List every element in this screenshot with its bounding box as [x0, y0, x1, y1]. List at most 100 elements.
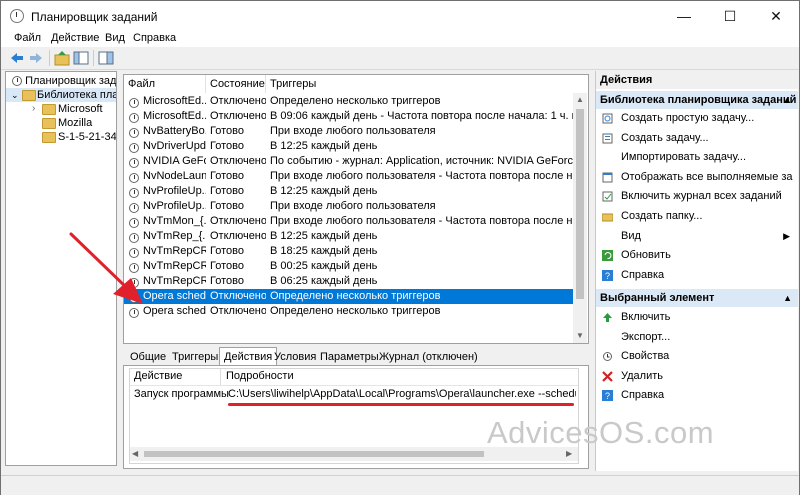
column-header-triggers[interactable]: Триггеры — [266, 75, 588, 93]
task-list-scrollbar[interactable]: ▲ ▼ — [573, 93, 587, 343]
actions-pane: Действия Библиотека планировщика заданий… — [595, 71, 798, 471]
menu-bar: Файл Действие Вид Справка — [1, 31, 799, 47]
task-row[interactable]: NvTmRepCR... Готово В 18:25 каждый день — [124, 244, 582, 259]
action-item[interactable]: Импортировать задачу... — [596, 148, 798, 167]
action-item[interactable]: Создать простую задачу... — [596, 109, 798, 128]
window-title: Планировщик заданий — [31, 10, 158, 24]
task-name-cell: NvTmRepCR... — [143, 260, 206, 272]
task-trigger-cell: Определено несколько триггеров — [270, 290, 441, 302]
tab-0[interactable]: Общие — [125, 347, 171, 365]
task-row[interactable]: NvProfileUp... Готово В 12:25 каждый день — [124, 184, 582, 199]
task-row[interactable]: MicrosoftEd... Отключено Определено нескол… — [124, 94, 582, 109]
column-header-state[interactable]: Состояние — [206, 75, 266, 93]
tree-item-library[interactable]: ⌄ Библиотека план — [6, 88, 116, 102]
scrollbar-thumb[interactable] — [576, 109, 584, 299]
action-item[interactable]: Создать задачу... — [596, 129, 798, 148]
action-detail-cell[interactable]: C:\Users\liwihelp\AppData\Local\Programs… — [228, 388, 576, 400]
scroll-up-icon[interactable]: ▲ — [576, 95, 584, 104]
forward-arrow-icon[interactable] — [28, 50, 44, 66]
selected-action-item[interactable]: Экспорт... — [596, 328, 798, 347]
task-icon — [129, 173, 139, 184]
action-item-label: Включить журнал всех заданий — [621, 190, 782, 203]
scroll-left-icon[interactable]: ◀ — [132, 449, 138, 458]
collapse-up-icon[interactable]: ▲ — [783, 289, 792, 307]
up-folder-icon[interactable] — [54, 50, 70, 66]
column-header-name[interactable]: Файл — [124, 75, 206, 93]
task-row[interactable]: NvTmRepCR... Готово В 00:25 каждый день — [124, 259, 582, 274]
action-item[interactable]: Создать папку... — [596, 207, 798, 226]
task-row[interactable]: MicrosoftEd... Отключено В 09:06 каждый де… — [124, 109, 582, 124]
task-icon — [129, 203, 139, 214]
task-state-cell: Готово — [210, 260, 244, 272]
action-item-label: Справка — [621, 268, 665, 281]
tree-item-sid-folder[interactable]: S-1-5-21-3441 — [6, 130, 117, 144]
action-item[interactable]: Обновить — [596, 246, 798, 265]
selected-action-item[interactable]: ? Справка — [596, 386, 798, 405]
tab-1[interactable]: Триггеры — [167, 347, 223, 365]
task-row[interactable]: NvDriverUpd... Готово В 12:25 каждый день — [124, 139, 582, 154]
menu-help[interactable]: Справка — [133, 32, 176, 44]
minimize-button[interactable]: — — [661, 1, 707, 31]
task-row[interactable]: Opera sched... Отключено Определено нескол… — [124, 304, 582, 319]
red-underline-annotation — [228, 403, 574, 406]
task-scheduler-icon — [12, 76, 22, 87]
column-header-details[interactable]: Подробности — [226, 370, 294, 382]
task-trigger-cell: В 09:06 каждый день - Частота повтора по… — [270, 110, 576, 122]
task-row[interactable]: Opera sched... Отключено Определено нескол… — [124, 289, 582, 304]
task-row[interactable]: NvNodeLaun... Готово При входе любого поль… — [124, 169, 582, 184]
section-selected-label: Выбранный элемент — [600, 292, 715, 304]
action-type-cell[interactable]: Запуск программы — [134, 388, 229, 400]
tree-folder-label: S-1-5-21-3441 — [58, 131, 117, 143]
selected-action-item[interactable]: Свойства — [596, 347, 798, 366]
collapse-up-icon[interactable]: ▲ — [783, 91, 792, 109]
task-row[interactable]: NvProfileUp... Готово При входе любого пол… — [124, 199, 582, 214]
action-item-label: Вид — [621, 229, 641, 242]
tree-root[interactable]: Планировщик задан — [12, 74, 116, 88]
section-header-selected[interactable]: Выбранный элемент ▲ — [596, 289, 798, 307]
menu-file[interactable]: Файл — [14, 32, 41, 44]
action-item[interactable]: Вид ▶ — [596, 227, 798, 246]
task-row[interactable]: NvTmMon_{... Отключено При входе любого по… — [124, 214, 582, 229]
task-state-cell: Отключено — [210, 95, 266, 107]
column-header-action[interactable]: Действие — [134, 370, 182, 382]
menu-view[interactable]: Вид — [105, 32, 125, 44]
section-library-label: Библиотека планировщика заданий — [600, 94, 797, 106]
tree-item-microsoft[interactable]: › Microsoft — [6, 102, 116, 116]
back-arrow-icon[interactable] — [9, 50, 25, 66]
hscroll-thumb[interactable] — [144, 451, 484, 457]
section-header-library[interactable]: Библиотека планировщика заданий ▲ — [596, 91, 798, 109]
task-name-cell: Opera sched... — [143, 290, 206, 302]
task-trigger-cell: В 12:25 каждый день — [270, 140, 378, 152]
task-row[interactable]: NvTmRepCR... Готово В 06:25 каждый день — [124, 274, 582, 289]
task-state-cell: Отключено — [210, 305, 266, 317]
tree-folder-label: Mozilla — [58, 117, 93, 129]
task-trigger-cell: При входе любого пользователя — [270, 125, 436, 137]
task-row[interactable]: NvTmRep_{... Отключено В 12:25 каждый день — [124, 229, 582, 244]
tab-3[interactable]: Условия — [269, 347, 321, 365]
task-name-cell: MicrosoftEd... — [143, 95, 206, 107]
scroll-down-icon[interactable]: ▼ — [576, 331, 584, 340]
help-icon[interactable] — [98, 50, 114, 66]
action-item-label: Удалить — [621, 369, 663, 382]
action-item[interactable]: Включить журнал всех заданий — [596, 187, 798, 206]
task-row[interactable]: NVIDIA GeFo... Отключено По событию - журн… — [124, 154, 582, 169]
tree-item-mozilla[interactable]: Mozilla — [6, 116, 116, 130]
selected-action-item[interactable]: Включить — [596, 308, 798, 327]
task-row[interactable]: NvBatteryBo... Готово При входе любого пол… — [124, 124, 582, 139]
task-icon — [129, 128, 139, 139]
task-state-cell: Отключено — [210, 230, 266, 242]
action-item[interactable]: Отображать все выполняемые за — [596, 168, 798, 187]
action-item-label: Создать папку... — [621, 210, 703, 222]
task-state-cell: Отключено — [210, 110, 266, 122]
show-hide-tree-icon[interactable] — [73, 50, 89, 66]
close-button[interactable]: ✕ — [753, 1, 799, 31]
maximize-button[interactable]: ☐ — [707, 1, 753, 31]
expand-chevron-icon[interactable]: › — [32, 102, 35, 116]
watermark: AdvicesOS.com — [487, 415, 715, 450]
task-icon — [129, 143, 139, 154]
selected-action-item[interactable]: Удалить — [596, 367, 798, 386]
menu-action[interactable]: Действие — [51, 32, 99, 44]
action-item[interactable]: ? Справка — [596, 266, 798, 285]
collapse-chevron-icon[interactable]: ⌄ — [11, 88, 19, 102]
tab-5[interactable]: Журнал (отключен) — [374, 347, 483, 365]
